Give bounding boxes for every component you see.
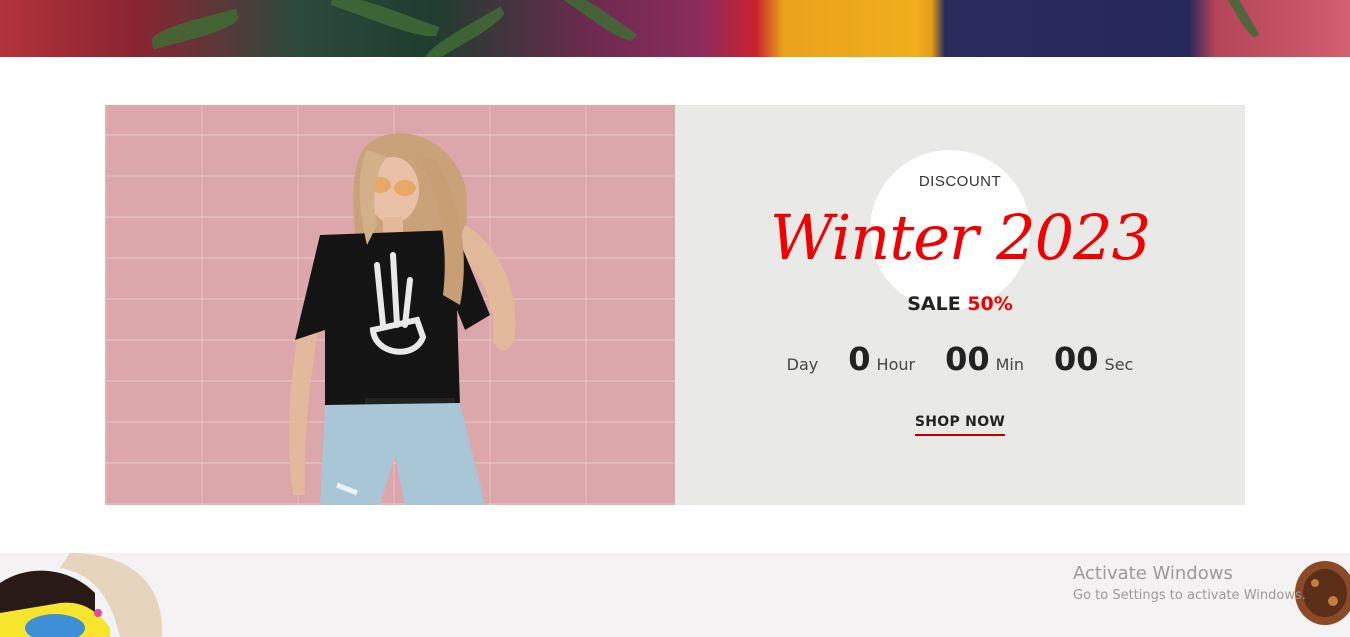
countdown-day-label: Day <box>786 355 819 374</box>
sale-label: SALE <box>907 293 961 315</box>
countdown-seconds-value: 00 <box>1054 340 1099 378</box>
sale-percent: 50% <box>967 293 1013 315</box>
watermark-title: Activate Windows <box>1073 563 1233 584</box>
promo-model-photo <box>105 105 675 505</box>
discount-label: DISCOUNT <box>918 173 1002 190</box>
countdown-minutes-label: Min <box>995 355 1024 374</box>
promo-text-panel: DISCOUNT Winter 2023 SALE 50% Day 0 Hour… <box>675 105 1245 505</box>
sunglasses-model-image <box>0 553 163 637</box>
hero-banner-image <box>0 0 1350 57</box>
sale-text: SALE 50% <box>675 293 1245 315</box>
countdown-timer: Day 0 Hour 00 Min 00 Sec <box>675 340 1245 378</box>
promo-banner: DISCOUNT Winter 2023 SALE 50% Day 0 Hour… <box>105 105 1245 505</box>
watermark-subtitle: Go to Settings to activate Windows. <box>1073 588 1306 603</box>
model-figure-illustration <box>289 133 516 505</box>
shop-now-button[interactable]: SHOP NOW <box>914 414 1006 436</box>
countdown-seconds-label: Sec <box>1104 355 1134 374</box>
promo-title: Winter 2023 <box>769 201 1151 274</box>
windows-activation-watermark: Activate Windows Go to Settings to activ… <box>1073 563 1306 603</box>
countdown-hours-label: Hour <box>876 355 916 374</box>
countdown-minutes-value: 00 <box>945 340 990 378</box>
countdown-hours-value: 0 <box>848 340 871 378</box>
shop-now-wrapper: SHOP NOW <box>675 413 1245 436</box>
